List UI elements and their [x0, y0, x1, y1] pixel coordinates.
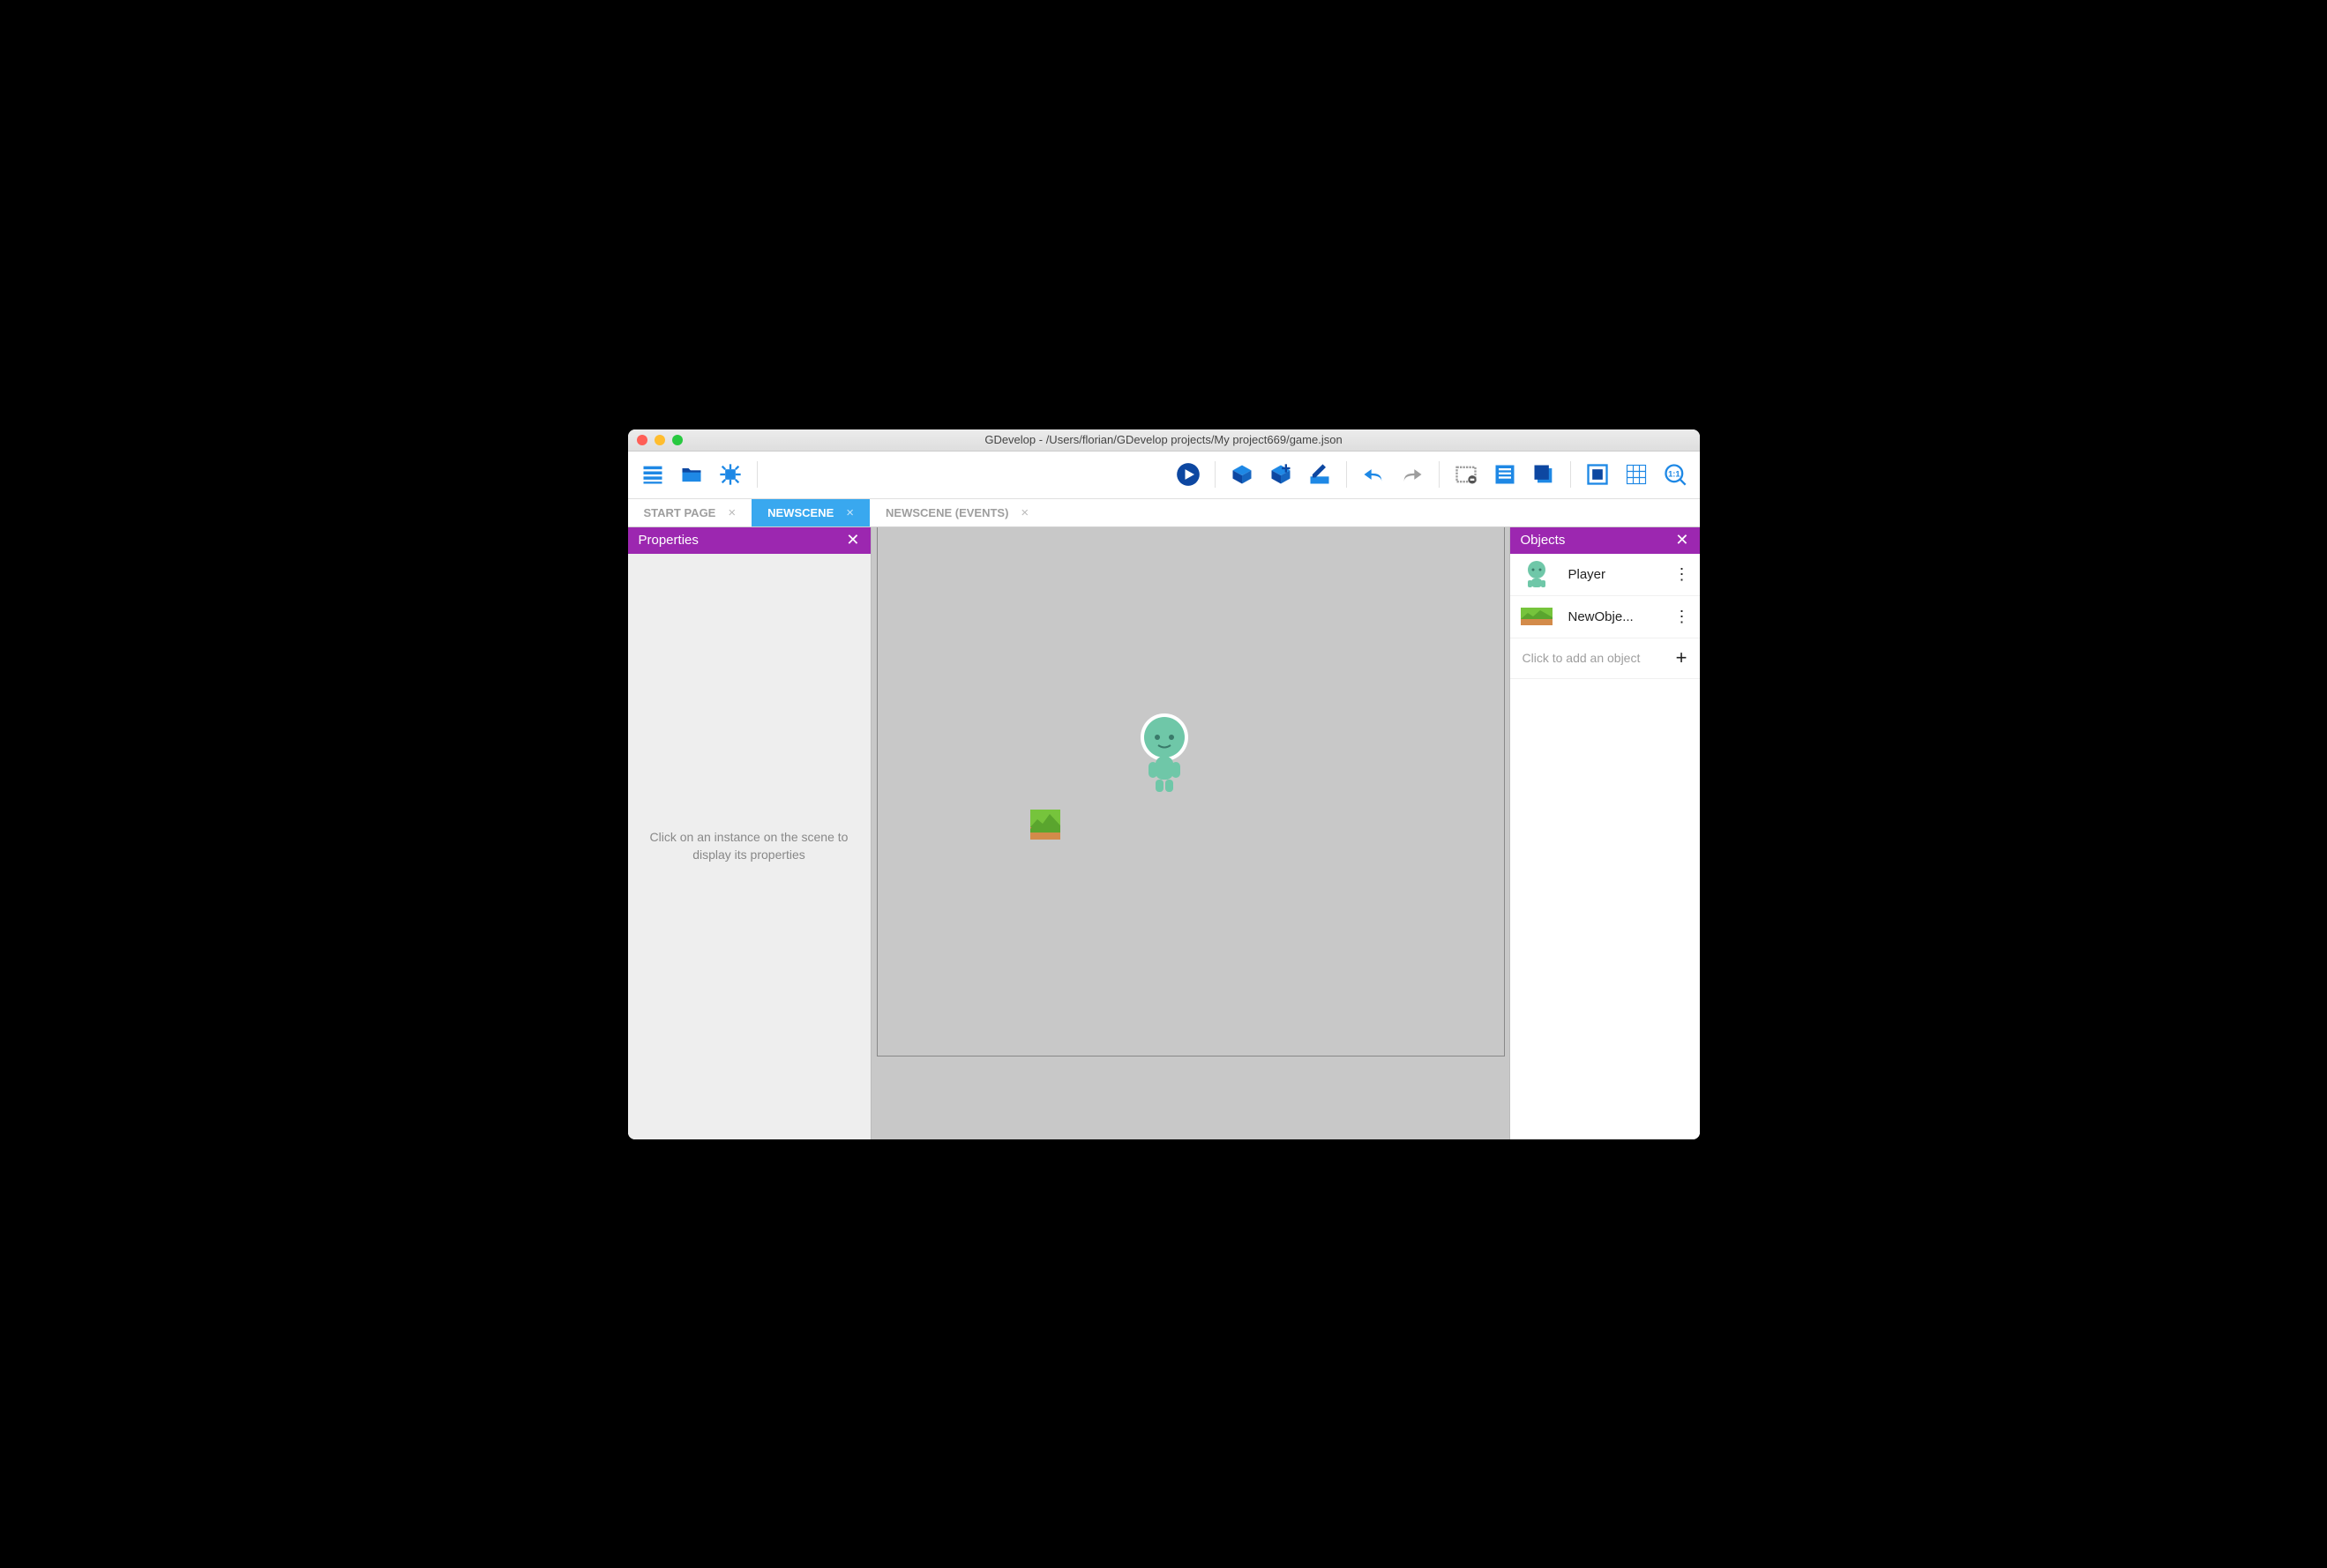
tab-label: NEWSCENE — [767, 506, 834, 519]
objects-panel: Objects ✕ — [1510, 527, 1700, 1139]
layers-toggle-icon[interactable] — [1528, 459, 1560, 490]
window-close-button[interactable] — [637, 435, 647, 445]
tab-newscene[interactable]: NEWSCENE × — [752, 499, 870, 526]
more-icon[interactable]: ⋮ — [1674, 565, 1689, 584]
open-folder-icon[interactable] — [676, 459, 707, 490]
toolbar-separator — [1439, 461, 1440, 488]
redo-icon[interactable] — [1396, 459, 1428, 490]
toolbar: 1:1 — [628, 452, 1700, 499]
toolbar-separator — [1215, 461, 1216, 488]
titlebar: GDevelop - /Users/florian/GDevelop proje… — [628, 429, 1700, 452]
tab-label: NEWSCENE (EVENTS) — [886, 506, 1008, 519]
plus-icon: + — [1676, 646, 1687, 669]
tab-bar: START PAGE × NEWSCENE × NEWSCENE (EVENTS… — [628, 499, 1700, 527]
undo-icon[interactable] — [1358, 459, 1389, 490]
objects-list: Player ⋮ NewObje... ⋮ Click to — [1510, 554, 1700, 1139]
mask-icon[interactable] — [1582, 459, 1613, 490]
close-icon[interactable]: × — [1021, 505, 1029, 520]
project-manager-icon[interactable] — [637, 459, 669, 490]
toolbar-separator — [1346, 461, 1347, 488]
objects-header: Objects ✕ — [1510, 527, 1700, 554]
tab-newscene-events[interactable]: NEWSCENE (EVENTS) × — [870, 499, 1044, 526]
close-icon[interactable]: ✕ — [846, 531, 859, 549]
window-title: GDevelop - /Users/florian/GDevelop proje… — [628, 433, 1700, 446]
more-icon[interactable]: ⋮ — [1674, 608, 1689, 626]
properties-panel: Properties ✕ Click on an instance on the… — [628, 527, 871, 1139]
traffic-lights — [637, 435, 683, 445]
object-row-player[interactable]: Player ⋮ — [1510, 554, 1700, 596]
object-name: NewObje... — [1568, 609, 1658, 624]
close-icon[interactable]: ✕ — [1675, 531, 1688, 549]
panel-title: Properties — [639, 533, 699, 548]
object-row-newobject[interactable]: NewObje... ⋮ — [1510, 596, 1700, 638]
close-icon[interactable]: × — [728, 505, 736, 520]
edit-icon[interactable] — [1304, 459, 1336, 490]
add-object-button[interactable]: Click to add an object + — [1510, 638, 1700, 679]
cube-add-icon[interactable] — [1265, 459, 1297, 490]
object-name: Player — [1568, 567, 1658, 582]
svg-text:1:1: 1:1 — [1668, 469, 1680, 478]
tab-label: START PAGE — [644, 506, 716, 519]
scene-instance-player[interactable] — [1136, 713, 1193, 794]
scene-instance-newobject[interactable] — [1030, 810, 1060, 840]
tab-start-page[interactable]: START PAGE × — [628, 499, 752, 526]
toolbar-separator — [1570, 461, 1571, 488]
scene-canvas[interactable] — [871, 527, 1510, 1139]
app-window: GDevelop - /Users/florian/GDevelop proje… — [628, 429, 1700, 1139]
properties-body: Click on an instance on the scene to dis… — [628, 554, 871, 1139]
properties-placeholder: Click on an instance on the scene to dis… — [646, 829, 853, 863]
properties-header: Properties ✕ — [628, 527, 871, 554]
add-object-label: Click to add an object — [1523, 651, 1641, 665]
object-thumb-icon — [1521, 601, 1553, 632]
film-icon[interactable] — [1450, 459, 1482, 490]
object-thumb-icon — [1521, 558, 1553, 590]
grid-icon[interactable] — [1620, 459, 1652, 490]
cube-icon[interactable] — [1226, 459, 1258, 490]
toolbar-separator — [757, 461, 758, 488]
content-area: Properties ✕ Click on an instance on the… — [628, 527, 1700, 1139]
window-maximize-button[interactable] — [672, 435, 683, 445]
zoom-reset-icon[interactable]: 1:1 — [1659, 459, 1691, 490]
debugger-icon[interactable] — [715, 459, 746, 490]
panel-title: Objects — [1521, 533, 1566, 548]
play-icon[interactable] — [1172, 459, 1204, 490]
list-icon[interactable] — [1489, 459, 1521, 490]
window-minimize-button[interactable] — [655, 435, 665, 445]
close-icon[interactable]: × — [846, 505, 854, 520]
